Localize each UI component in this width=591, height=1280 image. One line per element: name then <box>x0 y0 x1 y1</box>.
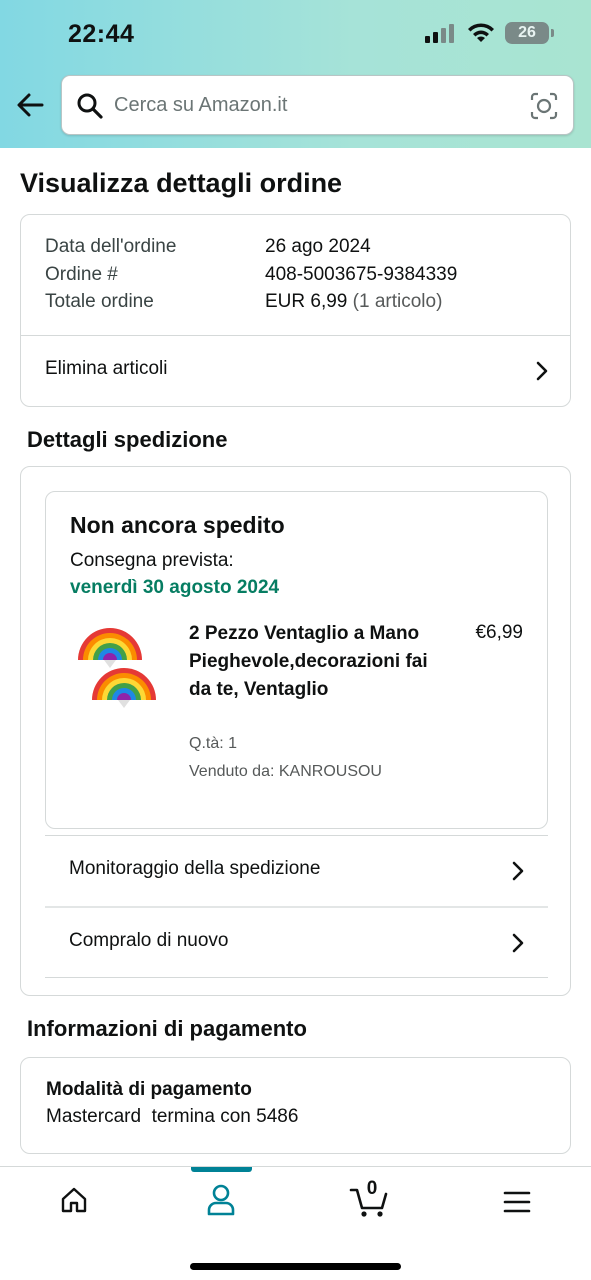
menu-icon <box>503 1191 530 1213</box>
home-icon <box>61 1187 86 1213</box>
shipping-section-title: Dettagli spedizione <box>27 427 228 452</box>
back-arrow-icon[interactable] <box>14 88 48 122</box>
order-summary-card: Data dell'ordine 26 ago 2024 Ordine # 40… <box>20 214 571 407</box>
order-total-items: (1 articolo) <box>352 291 443 312</box>
search-input[interactable] <box>114 76 514 134</box>
order-date-value: 26 ago 2024 <box>265 236 371 257</box>
camera-lens-icon[interactable] <box>530 92 558 120</box>
product-price: €6,99 <box>475 622 523 643</box>
app-header: 22:44 26 <box>0 0 591 148</box>
product-title[interactable]: 2 Pezzo Ventaglio a Mano Pieghevole,deco… <box>189 620 429 704</box>
order-total-value: EUR 6,99 (1 articolo) <box>265 291 442 313</box>
payment-method-value: Mastercard termina con 5486 <box>46 1106 299 1127</box>
nav-home[interactable] <box>0 1167 147 1237</box>
search-icon <box>77 93 103 119</box>
chevron-right-icon <box>512 933 524 953</box>
shipment-box: Non ancora spedito Consegna prevista: ve… <box>45 491 548 829</box>
bottom-nav: 0 <box>0 1166 591 1280</box>
buy-again-label: Compralo di nuovo <box>69 930 229 951</box>
cellular-signal-icon <box>425 24 454 43</box>
chevron-right-icon <box>536 361 548 381</box>
home-indicator <box>190 1263 401 1270</box>
product-seller: Venduto da: KANROUSOU <box>189 763 382 780</box>
order-number-value: 408-5003675-9384339 <box>265 264 458 285</box>
fan-top <box>78 628 142 668</box>
nav-account[interactable] <box>147 1167 294 1237</box>
payment-method-label: Modalità di pagamento <box>46 1079 252 1100</box>
page-title: Visualizza dettagli ordine <box>20 168 343 198</box>
track-shipment-row[interactable]: Monitoraggio della spedizione <box>21 836 570 906</box>
track-shipment-label: Monitoraggio della spedizione <box>69 858 321 879</box>
delete-items-row[interactable]: Elimina articoli <box>21 336 570 406</box>
order-total-label: Totale ordine <box>45 291 154 312</box>
payment-card: Modalità di pagamento Mastercard termina… <box>20 1057 571 1154</box>
order-date-label: Data dell'ordine <box>45 236 177 257</box>
order-number-label: Ordine # <box>45 264 118 285</box>
delivery-label: Consegna prevista: <box>70 550 234 571</box>
buy-again-row[interactable]: Compralo di nuovo <box>21 908 570 978</box>
delivery-date: venerdì 30 agosto 2024 <box>70 577 280 598</box>
status-time: 22:44 <box>68 20 135 48</box>
nav-menu[interactable] <box>443 1167 590 1237</box>
delete-items-label: Elimina articoli <box>45 358 168 379</box>
status-icons: 26 <box>425 22 554 44</box>
divider <box>45 977 548 978</box>
shipment-status: Non ancora spedito <box>70 512 285 538</box>
battery-indicator: 26 <box>505 22 554 44</box>
cart-count: 0 <box>366 1178 378 1199</box>
account-icon <box>207 1184 234 1216</box>
chevron-right-icon <box>512 861 524 881</box>
wifi-icon <box>468 23 494 42</box>
order-total-amount: EUR 6,99 <box>265 291 348 312</box>
search-bar[interactable] <box>61 75 574 135</box>
product-quantity: Q.tà: 1 <box>189 735 238 752</box>
payment-section-title: Informazioni di pagamento <box>27 1016 307 1041</box>
shipping-card: Non ancora spedito Consegna prevista: ve… <box>20 466 571 996</box>
rainbow-fan-image[interactable] <box>74 626 164 716</box>
fan-bottom <box>92 668 156 708</box>
